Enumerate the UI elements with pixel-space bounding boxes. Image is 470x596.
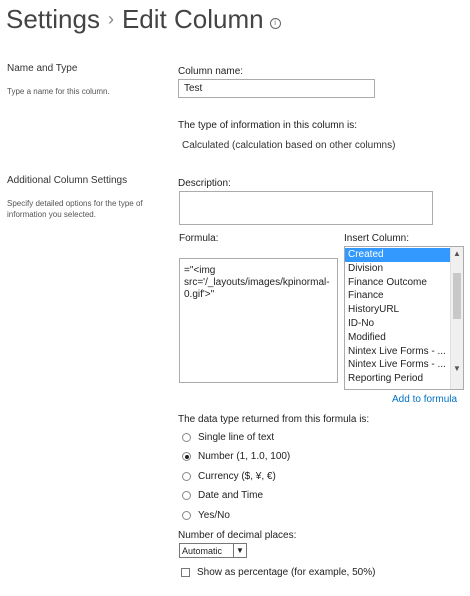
insert-column-items: Created Division Finance Outcome Finance His… <box>345 248 450 386</box>
show-percentage-checkbox[interactable] <box>181 567 190 577</box>
page-title: Edit Column <box>121 4 264 34</box>
scroll-up-icon[interactable]: ▲ <box>451 248 463 260</box>
insert-column-option[interactable]: Reporting Period <box>345 372 450 386</box>
insert-column-option[interactable]: Finance Outcome <box>345 276 450 290</box>
insert-column-option[interactable]: Finance <box>345 289 450 303</box>
return-type-label: Currency ($, ¥, €) <box>198 470 276 482</box>
return-type-option[interactable]: Number (1, 1.0, 100) <box>182 450 290 464</box>
type-info-label: The type of information in this column i… <box>178 120 357 131</box>
decimal-places-value: Automatic <box>182 545 223 556</box>
radio-button[interactable] <box>182 432 191 442</box>
radio-button[interactable] <box>182 510 191 520</box>
decimal-places-select[interactable]: Automatic ▼ <box>179 543 247 558</box>
column-type-value: Calculated (calculation based on other c… <box>182 140 396 151</box>
radio-button[interactable] <box>182 471 191 481</box>
section-desc-name-and-type: Type a name for this column. <box>7 87 110 96</box>
scrollbar-thumb[interactable] <box>453 273 461 319</box>
insert-column-option[interactable]: Division <box>345 262 450 276</box>
insert-column-listbox[interactable]: Created Division Finance Outcome Finance His… <box>344 246 464 390</box>
return-type-label: Date and Time <box>198 490 264 502</box>
formula-label: Formula: <box>179 233 219 244</box>
section-title-additional-settings: Additional Column Settings <box>7 175 128 186</box>
radio-button[interactable] <box>182 452 191 462</box>
listbox-scrollbar[interactable]: ▲ ▼ <box>450 247 463 389</box>
scroll-down-icon[interactable]: ▼ <box>451 363 463 375</box>
chevron-down-icon[interactable]: ▼ <box>233 544 246 557</box>
section-title-name-and-type: Name and Type <box>7 63 78 74</box>
column-name-label: Column name: <box>178 66 244 77</box>
return-type-option[interactable]: Currency ($, ¥, €) <box>182 469 290 483</box>
section-desc-additional-settings: Specify detailed options for the type of… <box>7 198 143 220</box>
insert-column-option[interactable]: HistoryURL <box>345 303 450 317</box>
description-textarea[interactable] <box>179 191 433 225</box>
description-label: Description: <box>178 178 231 189</box>
return-type-label: The data type returned from this formula… <box>178 414 370 425</box>
return-type-option[interactable]: Single line of text <box>182 430 290 444</box>
add-to-formula-link[interactable]: Add to formula <box>392 394 457 405</box>
insert-column-option[interactable]: Nintex Live Forms - ... <box>345 345 450 359</box>
column-name-input[interactable] <box>178 79 375 98</box>
return-type-label: Number (1, 1.0, 100) <box>198 451 291 463</box>
radio-button[interactable] <box>182 491 191 501</box>
insert-column-label: Insert Column: <box>344 233 410 244</box>
return-type-option[interactable]: Yes/No <box>182 508 290 522</box>
section-desc-line: information you selected. <box>7 210 96 219</box>
decimal-places-label: Number of decimal places: <box>178 530 297 541</box>
return-type-radio-group: Single line of text Number (1, 1.0, 100) C… <box>182 430 290 528</box>
return-type-option[interactable]: Date and Time <box>182 489 290 503</box>
insert-column-option[interactable]: ID-No <box>345 317 450 331</box>
section-desc-line: Specify detailed options for the type of <box>7 199 143 208</box>
return-type-label: Single line of text <box>198 431 275 443</box>
show-percentage-label: Show as percentage (for example, 50%) <box>197 566 376 578</box>
page-header: Settings › Edit Column i <box>6 4 281 35</box>
formula-textarea[interactable] <box>179 258 338 383</box>
breadcrumb-separator: › <box>107 9 114 29</box>
insert-column-option[interactable]: Created <box>345 248 450 262</box>
breadcrumb-settings-link[interactable]: Settings <box>6 4 100 34</box>
insert-column-option[interactable]: Modified <box>345 331 450 345</box>
info-icon[interactable]: i <box>269 18 281 29</box>
return-type-label: Yes/No <box>198 509 230 521</box>
insert-column-option[interactable]: Nintex Live Forms - ... <box>345 358 450 372</box>
show-percentage-row[interactable]: Show as percentage (for example, 50%) <box>181 565 375 579</box>
